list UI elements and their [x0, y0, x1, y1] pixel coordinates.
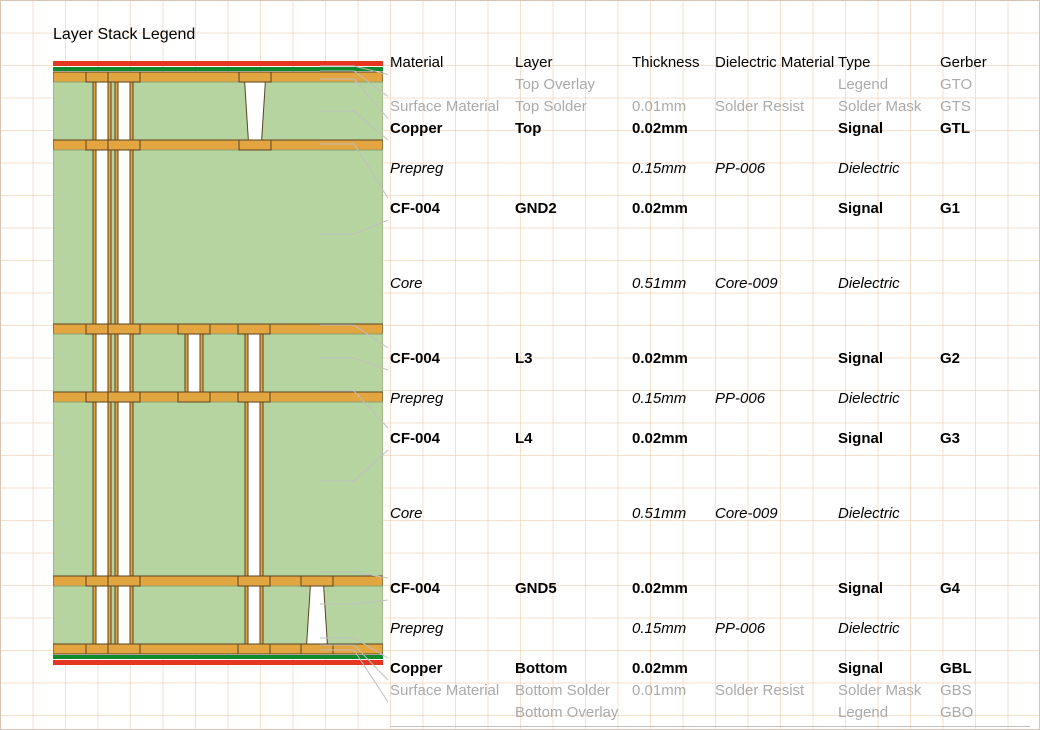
cell-material: CF-004 [390, 200, 515, 218]
cell-gerber: GTS [940, 98, 995, 116]
cell-type: Dielectric [838, 390, 940, 408]
table-row: Prepreg 0.15mmPP-006Dielectric [390, 140, 1030, 198]
cell-material: Core [390, 275, 515, 293]
table-header-row: Material Layer Thickness Dielectric Mate… [390, 52, 1030, 74]
cell-type: Signal [838, 660, 940, 678]
cell-type: Dielectric [838, 620, 940, 638]
table-row: Top Overlay LegendGTO [390, 74, 1030, 96]
cell-type: Solder Mask [838, 98, 940, 116]
table-row: CF-004GND50.02mm SignalG4 [390, 578, 1030, 600]
cell-type: Dielectric [838, 160, 940, 178]
cell-layer: Bottom Solder [515, 682, 632, 700]
cell-thickness: 0.02mm [632, 350, 715, 368]
cell-type: Signal [838, 350, 940, 368]
cell-material: Prepreg [390, 620, 515, 638]
cell-material: Prepreg [390, 390, 515, 408]
cell-thickness: 0.01mm [632, 98, 715, 116]
cell-type: Signal [838, 200, 940, 218]
cell-material: CF-004 [390, 430, 515, 448]
total-thickness: Total thickness: 1.60mm [390, 726, 1030, 730]
cell-material: Surface Material [390, 98, 515, 116]
cell-thickness: 0.15mm [632, 160, 715, 178]
table-row: CF-004L40.02mm SignalG3 [390, 428, 1030, 450]
col-header-thickness: Thickness [632, 54, 715, 72]
cell-material: Copper [390, 660, 515, 678]
cell-gerber: G4 [940, 580, 995, 598]
table-row: Surface MaterialTop Solder0.01mmSolder R… [390, 96, 1030, 118]
cell-gerber: GBS [940, 682, 995, 700]
cell-type: Solder Mask [838, 682, 940, 700]
cell-layer: Bottom [515, 660, 632, 678]
layer-table: Material Layer Thickness Dielectric Mate… [390, 52, 1030, 730]
cell-material: CF-004 [390, 580, 515, 598]
cell-thickness: 0.02mm [632, 120, 715, 138]
cell-material: Surface Material [390, 682, 515, 700]
cell-dielectric: PP-006 [715, 160, 838, 178]
cell-gerber: GTL [940, 120, 995, 138]
col-header-layer: Layer [515, 54, 632, 72]
cell-type: Dielectric [838, 275, 940, 293]
table-row: Bottom Overlay LegendGBO [390, 702, 1030, 724]
cell-thickness: 0.02mm [632, 430, 715, 448]
cell-layer: L3 [515, 350, 632, 368]
cell-material: CF-004 [390, 350, 515, 368]
cell-thickness: 0.51mm [632, 505, 715, 523]
cell-gerber: G2 [940, 350, 995, 368]
table-row: Prepreg 0.15mmPP-006Dielectric [390, 370, 1030, 428]
cell-layer: Top Solder [515, 98, 632, 116]
cell-layer: Bottom Overlay [515, 704, 632, 722]
cell-gerber: GBL [940, 660, 995, 678]
table-row: CopperTop0.02mm SignalGTL [390, 118, 1030, 140]
table-row: CF-004GND20.02mm SignalG1 [390, 198, 1030, 220]
cell-dielectric: PP-006 [715, 390, 838, 408]
cell-type: Signal [838, 430, 940, 448]
cell-dielectric: Core-009 [715, 505, 838, 523]
cell-type: Signal [838, 120, 940, 138]
legend-title: Layer Stack Legend [53, 26, 195, 44]
cell-thickness: 0.02mm [632, 200, 715, 218]
cell-dielectric: Solder Resist [715, 682, 838, 700]
table-row: CF-004L30.02mm SignalG2 [390, 348, 1030, 370]
cell-dielectric: Solder Resist [715, 98, 838, 116]
col-header-gerber: Gerber [940, 54, 995, 72]
cell-type: Dielectric [838, 505, 940, 523]
cell-thickness: 0.15mm [632, 390, 715, 408]
cell-layer: Top Overlay [515, 76, 632, 94]
cell-material: Copper [390, 120, 515, 138]
cell-gerber: G1 [940, 200, 995, 218]
cell-dielectric: PP-006 [715, 620, 838, 638]
col-header-dielectric: Dielectric Material [715, 54, 838, 72]
cell-gerber: GBO [940, 704, 995, 722]
table-row: CopperBottom0.02mm SignalGBL [390, 658, 1030, 680]
cell-layer: Top [515, 120, 632, 138]
cell-thickness: 0.02mm [632, 580, 715, 598]
cell-dielectric: Core-009 [715, 275, 838, 293]
cell-thickness: 0.15mm [632, 620, 715, 638]
cell-gerber: G3 [940, 430, 995, 448]
cell-type: Signal [838, 580, 940, 598]
cell-thickness: 0.01mm [632, 682, 715, 700]
cell-layer: GND2 [515, 200, 632, 218]
col-header-type: Type [838, 54, 940, 72]
table-row: Core 0.51mmCore-009Dielectric [390, 450, 1030, 578]
cell-gerber: GTO [940, 76, 995, 94]
cell-thickness: 0.02mm [632, 660, 715, 678]
cell-material: Prepreg [390, 160, 515, 178]
cell-thickness: 0.51mm [632, 275, 715, 293]
cell-material: Core [390, 505, 515, 523]
table-row: Surface MaterialBottom Solder0.01mmSolde… [390, 680, 1030, 702]
cell-type: Legend [838, 704, 940, 722]
cell-layer: GND5 [515, 580, 632, 598]
col-header-material: Material [390, 54, 515, 72]
cell-type: Legend [838, 76, 940, 94]
table-row: Core 0.51mmCore-009Dielectric [390, 220, 1030, 348]
table-row: Prepreg 0.15mmPP-006Dielectric [390, 600, 1030, 658]
cell-layer: L4 [515, 430, 632, 448]
